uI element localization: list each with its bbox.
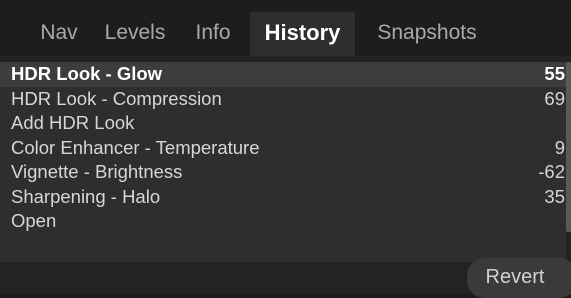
revert-button[interactable]: Revert [467,258,571,298]
history-item[interactable]: HDR Look - Compression 69 [0,87,566,112]
history-item-value: 69 [544,87,565,109]
tab-levels[interactable]: Levels [94,12,176,56]
history-item[interactable]: Vignette - Brightness -62 [0,160,566,185]
history-item-value: 35 [544,185,565,207]
history-item[interactable]: Color Enhancer - Temperature 9 [0,136,566,161]
history-item-value: -62 [538,161,565,182]
tab-snapshots[interactable]: Snapshots [360,12,494,56]
tab-nav[interactable]: Nav [24,12,94,56]
tab-history[interactable]: History [250,12,355,56]
history-item[interactable]: Add HDR Look [0,111,566,136]
history-item-label: Open [11,210,57,231]
tab-info[interactable]: Info [180,12,246,56]
history-item[interactable]: Sharpening - Halo 35 [0,185,566,210]
history-item-label: HDR Look - Compression [11,87,222,109]
history-item-label: Add HDR Look [11,112,135,133]
history-item-value: 9 [554,136,565,158]
tab-bar: Nav Levels Info History Snapshots [0,0,571,56]
history-panel: Nav Levels Info History Snapshots HDR Lo… [0,0,571,298]
history-item-label: Sharpening - Halo [11,185,161,207]
history-item-label: Vignette - Brightness [11,161,183,182]
history-item[interactable]: HDR Look - Glow 55 [0,62,566,87]
history-item[interactable]: Open [0,209,566,234]
list-scrollbar[interactable] [566,62,571,232]
history-list: HDR Look - Glow 55 HDR Look - Compressio… [0,62,566,262]
history-item-value: 55 [544,63,565,84]
history-item-label: Color Enhancer - Temperature [11,136,260,158]
history-item-label: HDR Look - Glow [11,63,163,84]
